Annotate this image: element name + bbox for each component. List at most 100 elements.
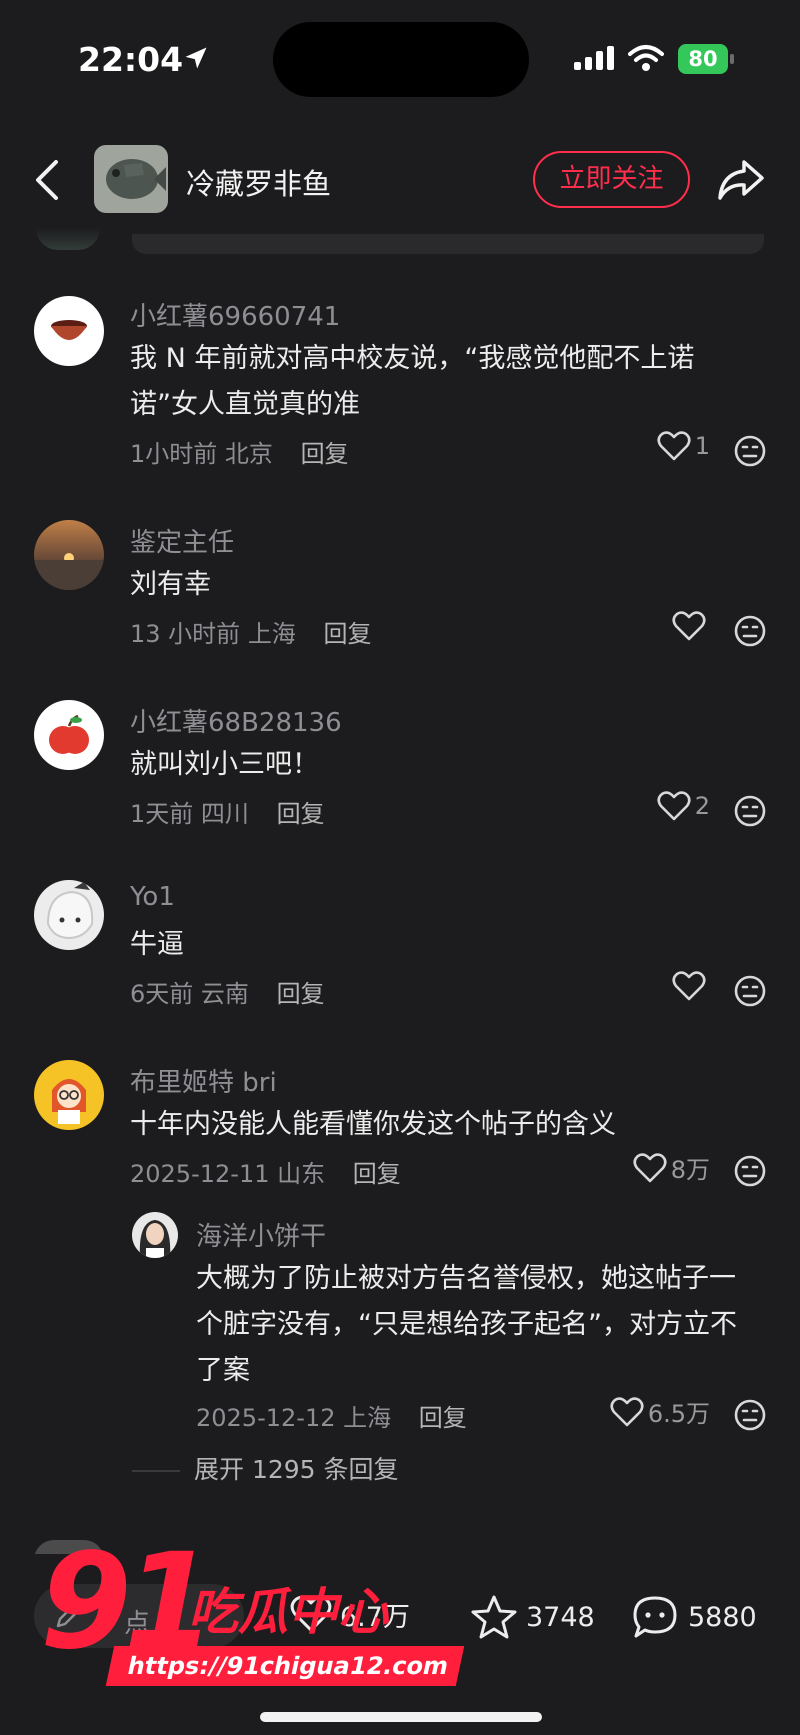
- like-button[interactable]: 2: [600, 790, 710, 830]
- reply-button[interactable]: 回复: [419, 1404, 467, 1432]
- comment-location: 上海: [247, 620, 296, 648]
- emoji-icon[interactable]: [733, 974, 767, 1008]
- comment-author[interactable]: 海洋小饼干: [196, 1216, 326, 1253]
- comment-location: 上海: [343, 1404, 392, 1432]
- heart-icon: [657, 431, 691, 461]
- comment-location: 四川: [200, 800, 249, 828]
- reply-button[interactable]: 回复: [353, 1160, 401, 1188]
- emoji-icon[interactable]: [733, 794, 767, 828]
- comment-text[interactable]: 刘有幸: [130, 562, 750, 608]
- comment-location: 山东: [277, 1160, 326, 1188]
- fish-avatar-image: [94, 145, 168, 213]
- heart-icon: [657, 791, 691, 821]
- comment-text[interactable]: 大概为了防止被对方告名誉侵权，她这帖子一个脏字没有，“只是想给孩子起名”，对方立…: [196, 1256, 756, 1394]
- comment-time: 1天前: [130, 800, 194, 828]
- reply-button[interactable]: 回复: [323, 620, 371, 648]
- woman-avatar-image: [132, 1212, 178, 1258]
- comment-meta: 1天前 四川 回复: [130, 794, 325, 829]
- comment-input[interactable]: 点: [34, 1584, 244, 1648]
- comment-text[interactable]: 牛逼: [130, 922, 750, 968]
- wifi-icon: [628, 45, 664, 71]
- like-button[interactable]: 6.5万: [560, 1394, 710, 1434]
- expand-label: 展开 1295 条回复: [194, 1455, 399, 1484]
- bowl-avatar-image: [34, 296, 104, 366]
- battery-indicator: 80: [678, 44, 734, 74]
- like-button[interactable]: [600, 970, 710, 1010]
- heart-icon: [672, 971, 706, 1001]
- apple-avatar-image: [34, 700, 104, 770]
- heart-icon: [672, 611, 706, 641]
- battery-level: 80: [688, 47, 718, 71]
- status-bar: 22:04 80: [0, 0, 800, 120]
- follow-button[interactable]: 立即关注: [533, 151, 690, 208]
- share-icon[interactable]: [716, 158, 766, 202]
- girl-avatar-image: [34, 1060, 104, 1130]
- reply-button[interactable]: 回复: [277, 980, 325, 1008]
- comment-time: 2025-12-11: [130, 1160, 270, 1188]
- avatar[interactable]: [34, 296, 104, 366]
- comment-author[interactable]: 小红薯69660741: [130, 296, 340, 333]
- author-name[interactable]: 冷藏罗非鱼: [186, 161, 331, 203]
- location-arrow-icon: [185, 47, 207, 69]
- comment-input-placeholder: 点: [124, 1609, 151, 1639]
- avatar[interactable]: [132, 1212, 178, 1258]
- comment-count-button[interactable]: 5880: [630, 1594, 757, 1642]
- emoji-icon[interactable]: [733, 614, 767, 648]
- dynamic-island: [273, 22, 529, 97]
- reply-button[interactable]: 回复: [301, 440, 349, 468]
- comment-author[interactable]: 小红薯68B28136: [130, 702, 342, 739]
- like-count: 2: [694, 792, 710, 820]
- like-count: 1: [694, 432, 710, 460]
- comment-time: 13 小时前: [130, 620, 241, 648]
- comment-location: 北京: [224, 440, 273, 468]
- comment-meta: 6天前 云南 回复: [130, 974, 325, 1009]
- previous-avatar-edge: [36, 228, 100, 250]
- heart-icon: [610, 1396, 644, 1426]
- star-icon: [471, 1595, 517, 1639]
- comment-author[interactable]: 鉴定主任: [130, 522, 234, 559]
- emoji-icon[interactable]: [733, 1154, 767, 1188]
- comment-author[interactable]: Yo1: [130, 882, 175, 912]
- comment-text[interactable]: 就叫刘小三吧！: [130, 742, 750, 788]
- pencil-icon: [56, 1604, 80, 1628]
- heart-icon: [290, 1595, 332, 1632]
- comment-meta: 1小时前 北京 回复: [130, 434, 349, 469]
- like-count: 6.5万: [647, 1400, 710, 1428]
- comment-meta: 2025-12-12 上海 回复: [196, 1398, 467, 1433]
- comment-count: 5880: [688, 1601, 757, 1633]
- like-button[interactable]: 1: [600, 430, 710, 470]
- avatar[interactable]: [34, 520, 104, 590]
- comment-location: 云南: [200, 980, 249, 1008]
- comment-time: 6天前: [130, 980, 194, 1008]
- favorite-button[interactable]: 3748: [470, 1594, 595, 1642]
- cartoon-avatar-image: [34, 880, 104, 950]
- comment-meta: 2025-12-11 山东 回复: [130, 1154, 401, 1189]
- comment-author[interactable]: 布里姬特 bri: [130, 1062, 277, 1099]
- signal-icon: [574, 46, 614, 70]
- home-indicator[interactable]: [260, 1712, 542, 1722]
- comment-text[interactable]: 我 N 年前就对高中校友说，“我感觉他配不上诺诺”女人直觉真的准: [130, 336, 750, 428]
- comment-text[interactable]: 十年内没能人能看懂你发这个帖子的含义: [130, 1102, 750, 1148]
- post-like-count: 6.7万: [340, 1601, 410, 1633]
- sunset-avatar-image: [34, 520, 104, 590]
- status-time: 22:04: [78, 40, 184, 79]
- emoji-icon[interactable]: [733, 1398, 767, 1432]
- bottom-action-bar: 点 6.7万 3748 5880: [0, 1554, 800, 1735]
- like-count: 8万: [670, 1156, 710, 1184]
- post-like-button[interactable]: 6.7万: [290, 1594, 410, 1642]
- reply-button[interactable]: 回复: [277, 800, 325, 828]
- comment-meta: 13 小时前 上海 回复: [130, 614, 371, 649]
- previous-comment-edge: [132, 234, 764, 254]
- like-button[interactable]: [600, 610, 710, 650]
- comment-time: 1小时前: [130, 440, 218, 468]
- emoji-icon[interactable]: [733, 434, 767, 468]
- avatar[interactable]: [34, 700, 104, 770]
- avatar[interactable]: [34, 1060, 104, 1130]
- author-avatar[interactable]: [94, 145, 168, 213]
- back-icon[interactable]: [32, 158, 62, 202]
- comment-time: 2025-12-12: [196, 1404, 336, 1432]
- like-button[interactable]: 8万: [600, 1150, 710, 1190]
- avatar[interactable]: [34, 880, 104, 950]
- expand-replies-button[interactable]: 展开 1295 条回复: [132, 1450, 399, 1486]
- comment-icon: [633, 1596, 677, 1638]
